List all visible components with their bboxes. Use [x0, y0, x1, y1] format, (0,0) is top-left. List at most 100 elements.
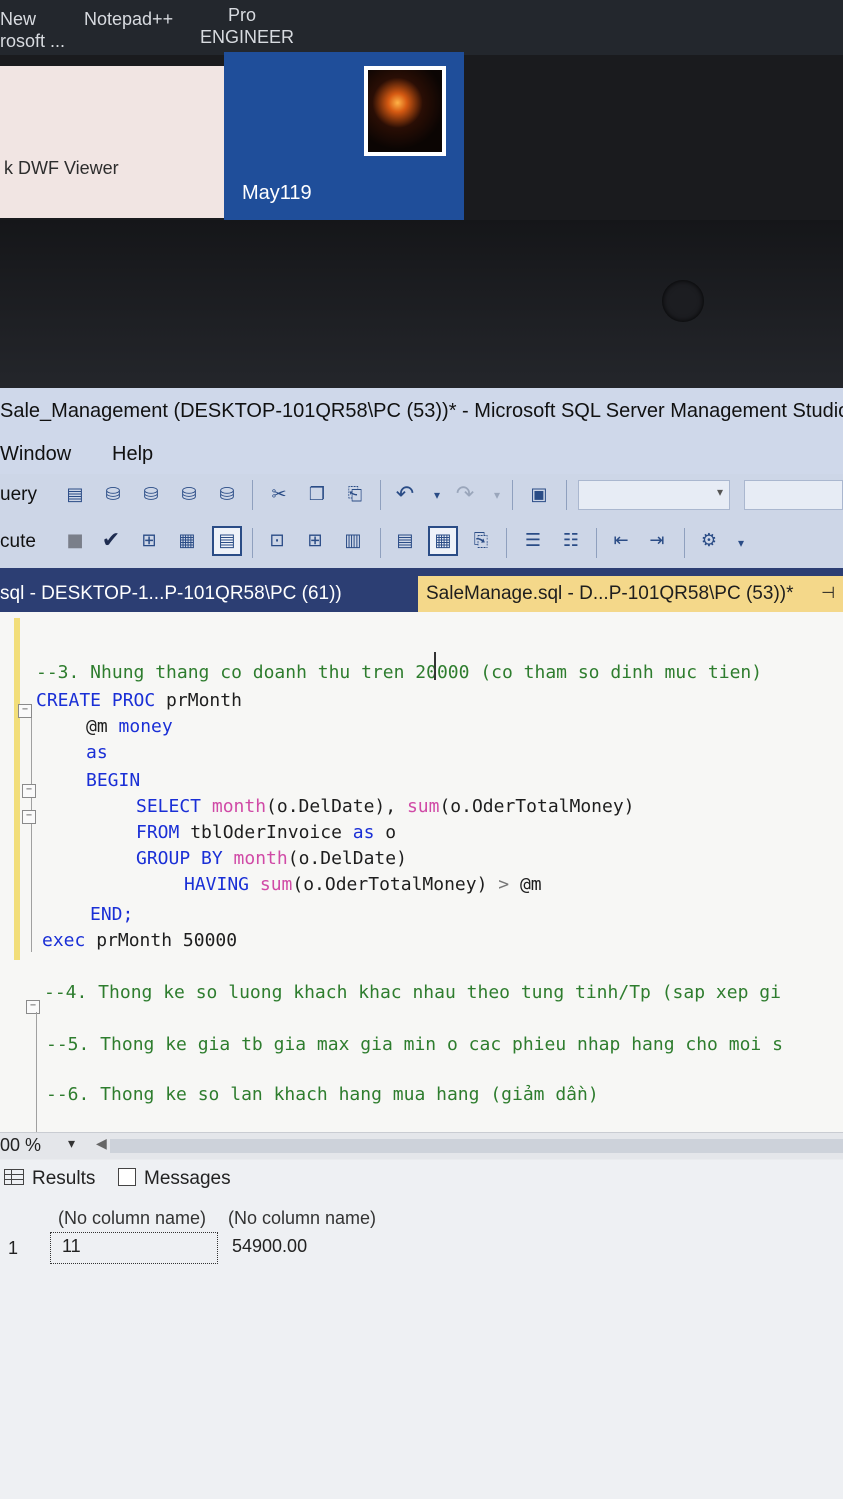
solution-explorer-icon[interactable]: ▣	[526, 482, 552, 508]
table-cell[interactable]: 54900.00	[232, 1236, 307, 1257]
horizontal-scrollbar[interactable]	[110, 1139, 843, 1153]
tab-messages[interactable]: Messages	[118, 1168, 231, 1190]
menu-window[interactable]: Window	[0, 434, 71, 474]
tab-other-query[interactable]: sql - DESKTOP-1...P-101QR58\PC (61))	[0, 576, 342, 612]
code-line: --5. Thong ke gia tb gia max gia min o c…	[46, 1034, 783, 1055]
increase-indent-icon[interactable]: ⇥	[644, 528, 670, 554]
xmla-query-icon[interactable]: ⛁	[176, 482, 202, 508]
tile-photo[interactable]: May119	[224, 52, 464, 220]
database-engine-query-icon[interactable]: ▤	[62, 482, 88, 508]
taskbar-item-label: Notepad++	[84, 9, 174, 29]
toolbar-overflow-icon[interactable]: ▾	[728, 530, 754, 556]
menu-help[interactable]: Help	[112, 434, 153, 474]
code-line: GROUP BY month(o.DelDate)	[136, 848, 407, 869]
collapse-icon[interactable]: −	[22, 784, 36, 798]
display-estimated-plan-icon[interactable]: ⊞	[136, 528, 162, 554]
photo-thumbnail	[364, 66, 446, 156]
taskbar-item-label: rosoft ...	[0, 31, 66, 51]
comment-out-icon[interactable]: ☰	[520, 528, 546, 554]
results-to-grid-icon[interactable]: ▤	[212, 526, 242, 556]
decrease-indent-icon[interactable]: ⇤	[608, 528, 634, 554]
code-line: --3. Nhung thang co doanh thu tren 20000…	[36, 662, 763, 683]
stop-icon[interactable]: ■	[62, 528, 88, 554]
tile-label: May119	[242, 182, 312, 204]
redo-icon[interactable]: ↷	[452, 482, 478, 508]
collapse-icon[interactable]: −	[26, 1000, 40, 1014]
parse-checkmark-icon[interactable]: ✔	[98, 528, 124, 554]
code-line: --4. Thong ke so luong khach khac nhau t…	[44, 982, 781, 1003]
collapse-icon[interactable]: −	[22, 810, 36, 824]
execute-button-label[interactable]: cute	[0, 516, 36, 568]
tile-label: k DWF Viewer	[4, 158, 119, 178]
tab-results[interactable]: Results	[4, 1168, 95, 1190]
uncomment-icon[interactable]: ☷	[558, 528, 584, 554]
collapse-icon[interactable]: −	[18, 704, 32, 718]
window-title: Sale_Management (DESKTOP-101QR58\PC (53)…	[0, 388, 843, 434]
taskbar-item-proengineer[interactable]: Pro ENGINEER	[200, 4, 294, 48]
specify-template-values-icon[interactable]: ⚙	[696, 528, 722, 554]
change-marker	[14, 618, 20, 960]
scroll-left-icon[interactable]: ◀	[96, 1135, 107, 1152]
document-tabs: sql - DESKTOP-1...P-101QR58\PC (61)) Sal…	[0, 568, 843, 612]
search-combo[interactable]	[744, 480, 843, 510]
column-header[interactable]: (No column name)	[228, 1208, 376, 1229]
standard-toolbar: uery ▤ ⛁ ⛁ ⛁ ⛁ ✂ ❐ ⎗ ↶ ▾ ↷ ▾ ▣ ▾	[0, 474, 843, 516]
tab-label: Messages	[144, 1168, 231, 1189]
menu-bar: Window Help	[0, 434, 843, 474]
taskbar: New rosoft ... Notepad++ Pro ENGINEER	[0, 0, 843, 55]
taskbar-item-word[interactable]: New rosoft ...	[0, 8, 65, 52]
code-line: CREATE PROC prMonth	[36, 690, 242, 711]
taskbar-item-label: New	[0, 9, 37, 29]
cut-icon[interactable]: ✂	[266, 482, 292, 508]
results-to-file-icon[interactable]: ⎘	[468, 528, 494, 554]
results-tabs: Results Messages	[0, 1160, 843, 1201]
client-statistics-icon[interactable]: ▥	[340, 528, 366, 554]
pin-icon[interactable]: ⊣	[821, 576, 835, 612]
grid-icon	[4, 1169, 24, 1185]
live-query-stats-icon[interactable]: ⊞	[302, 528, 328, 554]
taskbar-item-label: ENGINEER	[200, 27, 295, 47]
tab-label: SaleManage.sql - D...P-101QR58\PC (53))*	[426, 583, 794, 604]
redo-dropdown-icon[interactable]: ▾	[484, 482, 510, 508]
zoom-level[interactable]: 00 %	[0, 1135, 41, 1156]
query-editor[interactable]: − − − − --3. Nhung thang co doanh thu tr…	[0, 612, 843, 1132]
messages-icon	[118, 1168, 136, 1186]
results-grid-toggle-icon[interactable]: ▦	[428, 526, 458, 556]
mdx-query-icon[interactable]: ⛁	[100, 482, 126, 508]
table-cell[interactable]: 11	[62, 1236, 81, 1257]
code-line: END;	[90, 904, 134, 925]
tile-dwf-viewer[interactable]: k DWF Viewer	[0, 66, 224, 218]
code-line: HAVING sum(o.OderTotalMoney) > @m	[184, 874, 542, 895]
zoom-dropdown-icon[interactable]: ▾	[68, 1135, 75, 1152]
paste-icon[interactable]: ⎗	[342, 482, 368, 508]
text-cursor	[434, 652, 436, 680]
copy-icon[interactable]: ❐	[304, 482, 330, 508]
undo-dropdown-icon[interactable]: ▾	[424, 482, 450, 508]
code-line: @m money	[86, 716, 173, 737]
code-line: exec prMonth 50000	[42, 930, 238, 951]
undo-icon[interactable]: ↶	[392, 482, 418, 508]
editor-status-bar: 00 % ▾ ◀	[0, 1132, 843, 1159]
code-line: --6. Thong ke so lan khach hang mua hang…	[46, 1084, 599, 1105]
code-line: as	[86, 742, 108, 763]
tab-salemanage-sql[interactable]: SaleManage.sql - D...P-101QR58\PC (53))*…	[418, 576, 843, 612]
code-line: FROM tblOderInvoice as o	[136, 822, 397, 843]
desktop-background	[0, 220, 843, 388]
taskbar-item-notepad[interactable]: Notepad++	[84, 8, 173, 30]
code-line: BEGIN	[86, 770, 141, 791]
query-designer-icon[interactable]: ▦	[174, 528, 200, 554]
include-actual-plan-icon[interactable]: ⊡	[264, 528, 290, 554]
ssms-window: Sale_Management (DESKTOP-101QR58\PC (53)…	[0, 388, 843, 1499]
row-number: 1	[8, 1238, 19, 1258]
results-grid: (No column name) (No column name) 1 11 5…	[0, 1200, 843, 1499]
taskbar-item-label: Pro	[228, 5, 257, 25]
webcam-icon	[662, 280, 704, 322]
tab-label: Results	[32, 1168, 96, 1189]
solution-config-dropdown[interactable]: ▾	[578, 480, 730, 510]
new-query-button-label[interactable]: uery	[0, 474, 37, 516]
results-to-text-icon[interactable]: ▤	[392, 528, 418, 554]
column-header[interactable]: (No column name)	[58, 1208, 206, 1229]
dax-query-icon[interactable]: ⛁	[214, 482, 240, 508]
dmx-query-icon[interactable]: ⛁	[138, 482, 164, 508]
sql-editor-toolbar: cute ■ ✔ ⊞ ▦ ▤ ⊡ ⊞ ▥ ▤ ▦ ⎘ ☰ ☷ ⇤ ⇥ ⚙ ▾	[0, 516, 843, 568]
